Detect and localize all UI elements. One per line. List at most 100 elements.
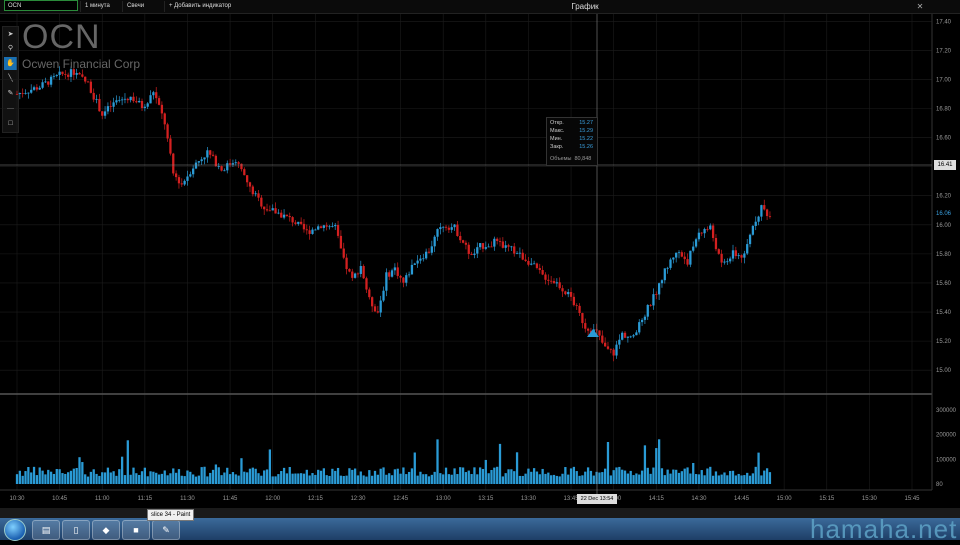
candle — [359, 266, 362, 274]
symbol-input[interactable]: OCN — [4, 0, 78, 11]
candle — [476, 247, 479, 254]
volume-bar — [612, 470, 615, 484]
candle — [194, 162, 198, 169]
close-icon[interactable]: ✕ — [913, 0, 927, 13]
interval-select[interactable]: 1 минута — [80, 1, 114, 12]
candle — [166, 124, 169, 139]
volume-bar — [683, 468, 686, 484]
candle — [609, 348, 612, 350]
volume-bar — [410, 468, 414, 484]
candle — [595, 329, 598, 331]
volume-bar — [169, 473, 172, 484]
volume-bar — [496, 466, 499, 484]
volume-bar — [621, 469, 624, 484]
chart-type-select[interactable]: Свечи — [122, 1, 148, 12]
candle — [368, 289, 371, 298]
volume-tick-label: 300000 — [936, 408, 957, 414]
volume-bar — [657, 439, 661, 484]
add-indicator-button[interactable]: + Добавить индикатор — [164, 1, 235, 12]
volume-bar — [35, 475, 39, 484]
volume-bar — [81, 462, 84, 484]
candle — [30, 89, 33, 93]
y-tick-label: 15.60 — [936, 281, 952, 287]
volume-bar — [353, 468, 357, 484]
candle — [558, 282, 561, 289]
candle — [228, 163, 232, 165]
volume-bar — [123, 475, 127, 484]
volume-bar — [52, 473, 56, 484]
volume-bar — [763, 470, 766, 484]
crosshair-price-label: 16.41 — [934, 160, 956, 170]
candle — [390, 270, 394, 277]
volume-bar — [274, 476, 277, 484]
candle — [220, 166, 223, 171]
candle — [362, 266, 365, 279]
volume-bar — [376, 474, 379, 484]
file-icon[interactable]: ▯ — [62, 520, 90, 540]
volume-bar — [507, 469, 510, 484]
volume-bar — [186, 470, 189, 484]
candle — [461, 240, 465, 243]
candle — [754, 221, 757, 226]
x-tick-label: 11:30 — [180, 496, 195, 502]
candle — [464, 242, 468, 245]
volume-bar — [459, 467, 462, 484]
app-icon[interactable]: ◆ — [92, 520, 120, 540]
price-chart[interactable]: 17.4017.2017.0016.8016.6016.4016.2016.00… — [0, 14, 960, 522]
y-tick-label: 17.20 — [936, 48, 952, 54]
volume-bar — [271, 476, 274, 484]
candle — [564, 291, 567, 295]
media-icon[interactable]: ■ — [122, 520, 150, 540]
candle — [544, 274, 547, 280]
candle — [49, 76, 53, 85]
volume-bar — [209, 472, 212, 484]
candle — [615, 344, 618, 356]
candle — [578, 305, 581, 314]
volume-bar — [231, 472, 235, 484]
x-tick-label: 13:00 — [436, 496, 452, 502]
candle — [126, 98, 129, 101]
volume-bar — [109, 472, 112, 484]
explorer-icon[interactable]: ▤ — [32, 520, 60, 540]
candle — [132, 96, 135, 102]
volume-bar — [726, 475, 729, 484]
candle — [243, 169, 246, 176]
candle — [473, 253, 476, 255]
candle — [604, 342, 607, 347]
volume-bar — [86, 476, 90, 484]
volume-bar — [260, 475, 263, 484]
candle — [61, 71, 64, 75]
candle — [598, 330, 601, 336]
candle — [621, 332, 624, 340]
candle — [734, 250, 737, 257]
candle — [768, 216, 772, 217]
candle — [177, 177, 181, 184]
volume-bar — [461, 467, 465, 484]
volume-bar — [550, 475, 553, 484]
candle — [157, 98, 161, 105]
volume-bar — [138, 474, 141, 484]
paint-icon[interactable]: ✎ — [152, 520, 180, 540]
volume-bar — [453, 468, 456, 484]
candle — [507, 245, 510, 247]
volume-bar — [564, 467, 567, 484]
volume-bar — [643, 445, 647, 484]
volume-bar — [38, 467, 41, 484]
volume-bar — [765, 468, 769, 484]
candle — [328, 226, 331, 228]
volume-bar — [288, 467, 291, 484]
candle — [24, 93, 27, 94]
volume-bar — [422, 474, 425, 484]
volume-bar — [402, 467, 405, 484]
candle — [723, 261, 726, 263]
candle — [120, 99, 124, 101]
volume-bar — [291, 473, 294, 484]
start-button-icon[interactable] — [4, 519, 26, 541]
x-tick-label: 12:00 — [265, 496, 281, 502]
volume-bar — [672, 469, 675, 484]
volume-bar — [484, 459, 487, 484]
candle — [521, 252, 524, 260]
volume-bar — [655, 448, 658, 484]
candle — [643, 316, 647, 320]
candle — [214, 155, 218, 167]
